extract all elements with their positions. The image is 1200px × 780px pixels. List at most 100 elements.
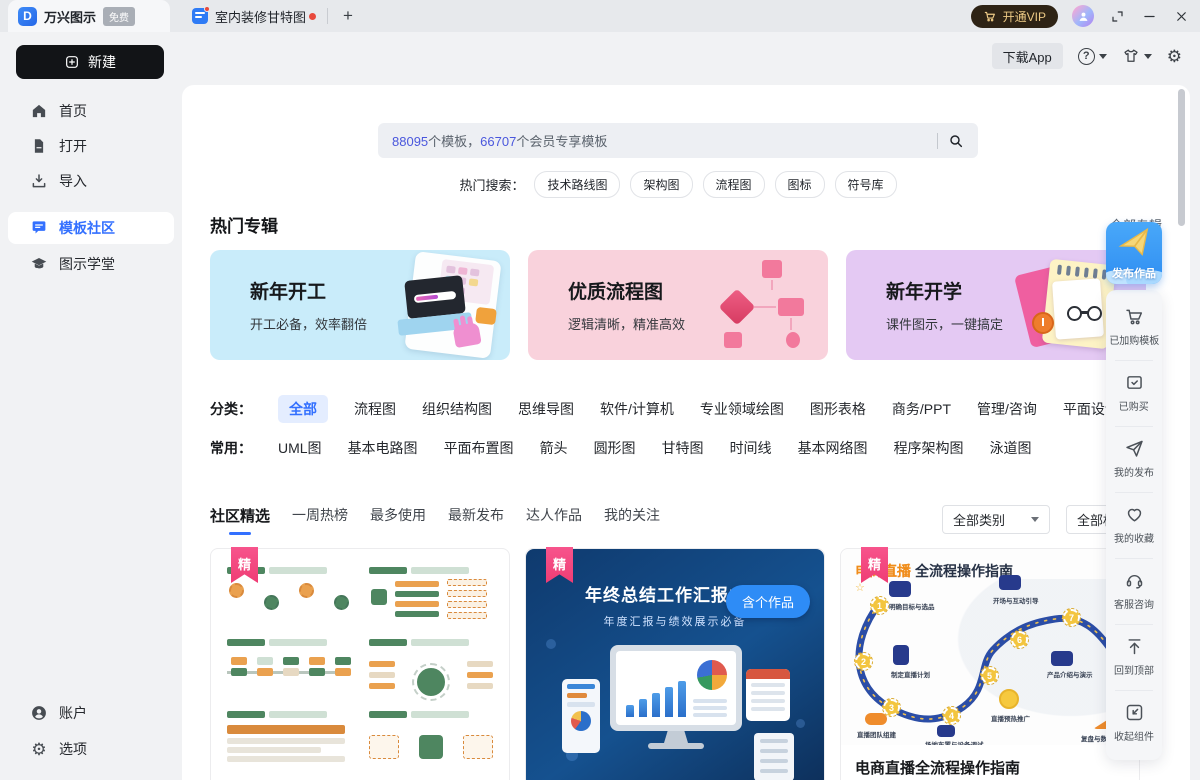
open-vip-button[interactable]: 开通VIP [971,5,1058,28]
sidebar-item-label: 导入 [59,171,87,191]
close-button[interactable] [1172,7,1190,25]
rail-item-back-to-top[interactable]: 回到顶部 [1106,624,1162,690]
rail-item-customer-service[interactable]: 客服咨询 [1106,558,1162,624]
gear-icon: ⚙ [1167,48,1182,65]
common-item[interactable]: 基本电路图 [348,438,418,458]
tab-document[interactable]: 室内装修甘特图 [186,0,312,32]
common-item[interactable]: 平面布置图 [444,438,514,458]
search-divider [937,133,938,149]
vip-cart-icon [983,9,997,23]
common-item[interactable]: 圆形图 [594,438,636,458]
search-input[interactable]: 88095个模板，66707个会员专享模板 [378,123,978,158]
chevron-down-icon [1144,54,1152,59]
tab-app-home[interactable]: D 万兴图示 免费 [8,0,170,32]
minimize-button[interactable] [1140,7,1158,25]
banner-back-to-school[interactable]: 新年开学 课件图示，一键搞定 [846,250,1146,360]
publish-label: 发布作品 [1106,265,1162,281]
chevron-down-icon [1031,517,1039,522]
close-icon [1174,9,1189,24]
common-item[interactable]: UML图 [278,438,322,458]
category-item[interactable]: 图形表格 [810,399,866,419]
settings-menu[interactable]: ⚙ [1167,48,1182,65]
banner-title: 优质流程图 [568,277,663,304]
theme-menu[interactable] [1122,47,1152,65]
banner-quality-flowchart[interactable]: 优质流程图 逻辑清晰，精准高效 [528,250,828,360]
sidebar-item-options[interactable]: ⚙ 选项 [8,733,174,765]
sidebar-item-home[interactable]: 首页 [8,95,174,127]
template-card-ppt[interactable]: 年终总结工作汇报PPT 年度汇报与绩效展示必备 精 含个 [525,548,825,780]
banner-new-year-work[interactable]: 新年开工 开工必备，效率翻倍 [210,250,510,360]
chat-icon [999,575,1021,590]
hot-tag[interactable]: 符号库 [835,171,897,198]
hot-tag[interactable]: 技术路线图 [534,171,620,198]
restore-window-button[interactable] [1108,7,1126,25]
sidebar-item-academy[interactable]: 图示学堂 [8,248,174,280]
hot-tag[interactable]: 架构图 [630,171,692,198]
vertical-scrollbar[interactable] [1178,89,1185,226]
tab-most-used[interactable]: 最多使用 [370,505,426,534]
category-item[interactable]: 组织结构图 [422,399,492,419]
main-panel: 88095个模板，66707个会员专享模板 热门搜索： 技术路线图 架构图 流程… [182,85,1190,780]
monitor-icon [1051,651,1073,666]
mini-diagram [369,711,493,769]
chevron-down-icon [1099,54,1107,59]
tab-newest[interactable]: 最新发布 [448,505,504,534]
phone-illustration [562,679,600,753]
person-icon [1077,10,1090,23]
rail-item-my-publish[interactable]: 我的发布 [1106,426,1162,492]
template-card-infographic[interactable]: 精 [210,548,510,780]
megaphone-icon [999,689,1019,709]
common-item[interactable]: 箭头 [540,438,568,458]
search-icon[interactable] [948,133,964,149]
category-select[interactable]: 全部类别 [942,505,1050,534]
common-item[interactable]: 程序架构图 [894,438,964,458]
avatar[interactable] [1072,5,1094,27]
tab-community-featured[interactable]: 社区精选 [210,505,270,535]
category-item[interactable]: 管理/咨询 [977,399,1037,419]
sidebar-item-import[interactable]: 导入 [8,165,174,197]
new-tab-button[interactable]: + [336,4,360,28]
common-label: 常用： [210,438,252,458]
template-caption: 电商直播全流程操作指南 [855,757,1020,778]
category-item[interactable]: 商务/PPT [892,399,951,419]
publish-work-button[interactable]: 发布作品 [1106,222,1162,284]
new-document-button[interactable]: 新建 [16,45,164,79]
template-card-livestream-guide[interactable]: 精 [840,548,1140,780]
vip-label: 开通VIP [1003,8,1046,25]
tab-separator [327,8,328,24]
hot-albums-title: 热门专辑 [210,212,278,237]
sidebar-item-open[interactable]: 打开 [8,130,174,162]
category-item[interactable]: 流程图 [354,399,396,419]
hot-tag[interactable]: 流程图 [703,171,765,198]
download-app-button[interactable]: 下载App [992,43,1063,69]
tab-weekly-hot[interactable]: 一周热榜 [292,505,348,534]
common-item[interactable]: 泳道图 [990,438,1032,458]
calendar-illustration [746,669,790,721]
template-cards: 精 [210,548,1140,780]
tab-expert-works[interactable]: 达人作品 [526,505,582,534]
common-item[interactable]: 时间线 [730,438,772,458]
rail-item-cart-templates[interactable]: 已加购模板 [1106,294,1162,360]
sidebar-item-label: 账户 [59,703,87,723]
common-item[interactable]: 甘特图 [662,438,704,458]
top-toolbar: 下载App ? ⚙ [992,42,1182,70]
category-item[interactable]: 思维导图 [518,399,574,419]
rail-item-collapse[interactable]: 收起组件 [1106,690,1162,756]
category-item[interactable]: 专业领域绘图 [700,399,784,419]
rail-item-purchased[interactable]: 已购买 [1106,360,1162,426]
sidebar-item-account[interactable]: 账户 [8,697,174,729]
common-item[interactable]: 基本网络图 [798,438,868,458]
help-menu[interactable]: ? [1078,48,1107,65]
app-logo-icon: D [18,7,37,26]
hot-tag[interactable]: 图标 [775,171,825,198]
rail-panel: 已加购模板 已购买 我的发布 我的收藏 客服咨询 回到顶部 [1106,290,1162,760]
rail-item-favorites[interactable]: 我的收藏 [1106,492,1162,558]
category-item[interactable]: 软件/计算机 [600,399,674,419]
category-item-active[interactable]: 全部 [278,395,328,423]
tab-my-follows[interactable]: 我的关注 [604,505,660,534]
send-icon [1124,438,1145,459]
free-badge: 免费 [103,7,135,26]
sidebar-item-template-community[interactable]: 模板社区 [8,212,174,244]
mini-diagram [227,567,351,625]
banner-subtitle: 课件图示，一键搞定 [886,314,1003,333]
